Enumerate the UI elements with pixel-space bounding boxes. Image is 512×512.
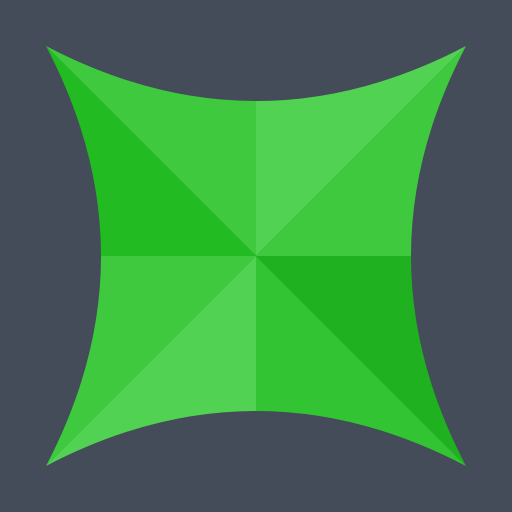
app-icon-canvas (0, 0, 512, 512)
four-point-star-logo-icon (46, 46, 466, 466)
